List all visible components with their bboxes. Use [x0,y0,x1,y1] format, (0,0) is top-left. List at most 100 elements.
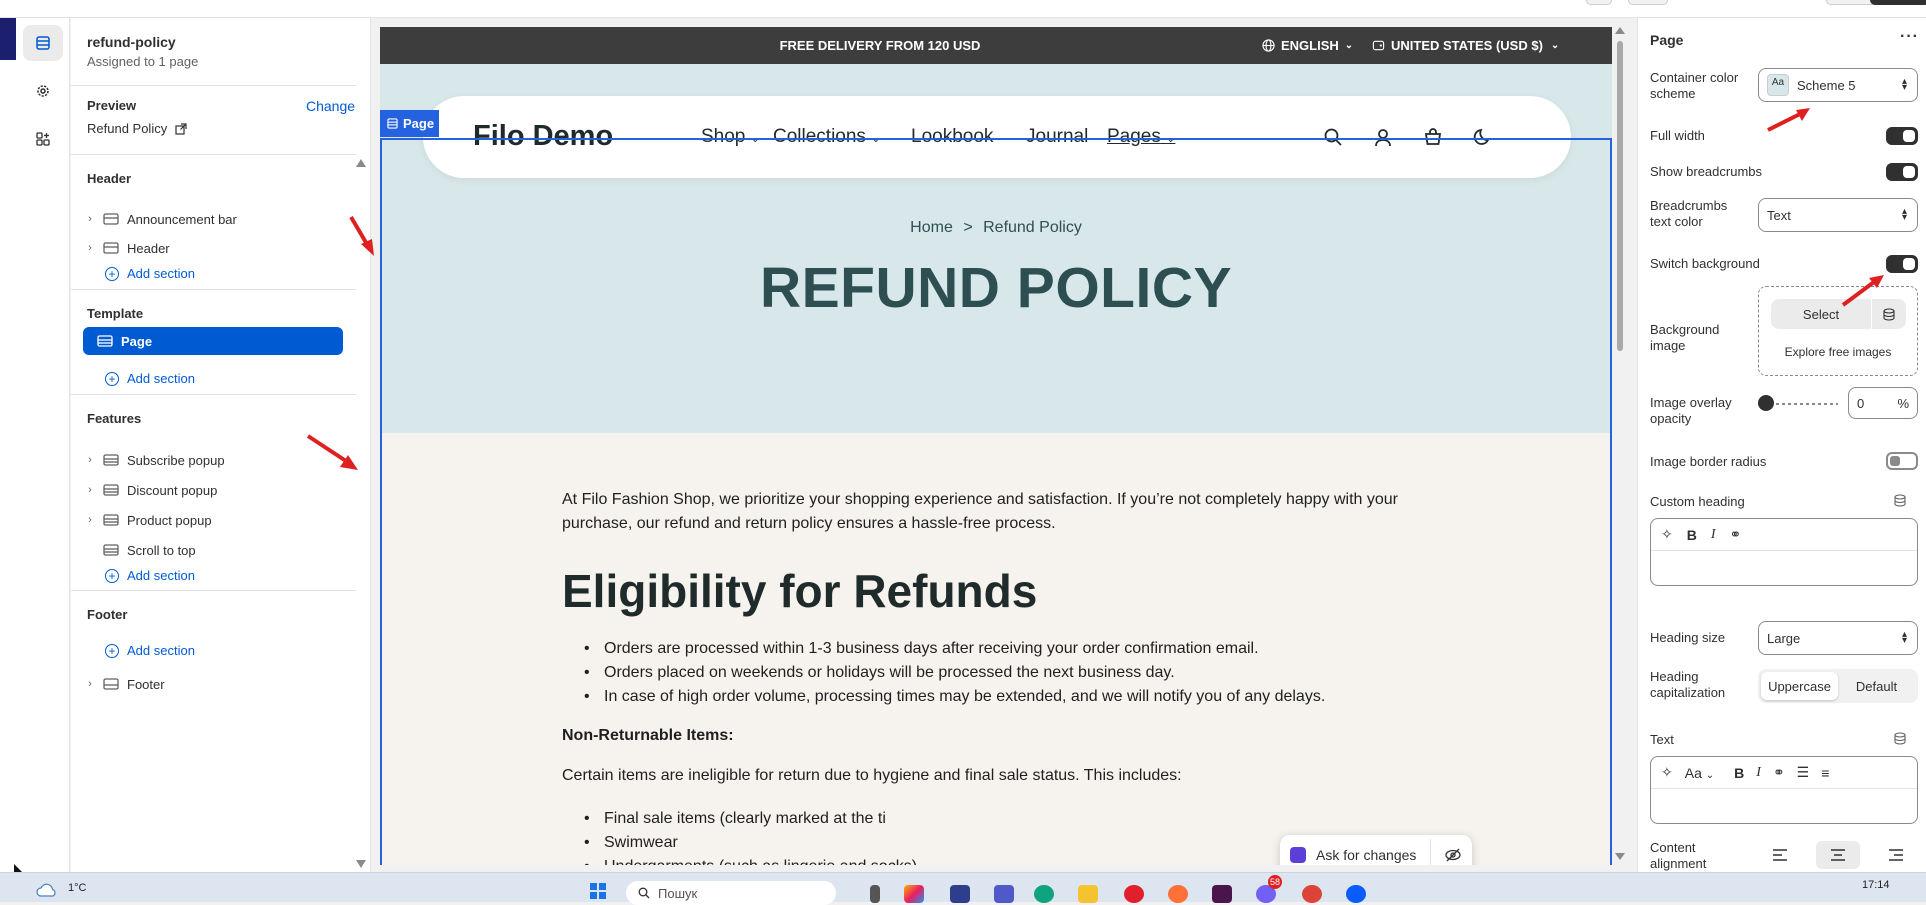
clock-time[interactable]: 17:14 [1862,879,1890,891]
ai-sparkle-icon[interactable]: ✧ [1661,764,1673,781]
copilot-icon[interactable] [904,885,924,903]
full-width-toggle[interactable] [1886,127,1918,145]
nav-journal[interactable]: Journal [1026,126,1088,148]
tree-item-page[interactable]: Page [83,327,343,355]
border-radius-toggle[interactable] [1886,452,1918,470]
selected-section-tag[interactable]: Page [380,110,439,137]
chevron-right-icon[interactable]: › [83,514,97,526]
add-section-features[interactable]: + Add section [105,568,195,583]
chevron-right-icon[interactable]: › [83,242,97,254]
align-left-icon[interactable] [1772,849,1788,861]
section-icon [103,242,119,254]
weather-temp[interactable]: 1°C [68,882,86,894]
search-icon[interactable] [1323,127,1343,147]
zoom-icon[interactable] [1346,885,1366,903]
theme-toggle-icon[interactable] [1473,127,1493,147]
tree-item-discount-popup[interactable]: › Discount popup [83,477,355,503]
topbar-button-1[interactable] [1586,0,1612,5]
add-section-label: Add section [127,568,195,583]
topbar-button-2[interactable] [1628,0,1668,5]
add-section-template[interactable]: + Add section [105,371,195,386]
store-logo[interactable]: Filo Demo [473,120,613,153]
cap-default-option[interactable]: Default [1838,672,1915,700]
hide-icon[interactable] [1445,848,1461,862]
scroll-up-arrow[interactable] [356,159,366,167]
chevron-right-icon[interactable]: › [83,678,97,690]
chrome-icon[interactable] [1302,885,1322,903]
more-actions-icon[interactable]: ··· [1900,28,1919,46]
breadcrumb-separator: > [963,219,973,236]
preview-page-link[interactable]: Refund Policy [87,121,187,136]
tree-item-label: Scroll to top [127,542,196,558]
align-center-button[interactable] [1816,841,1860,869]
font-size-dropdown[interactable]: Aa ⌄ [1685,765,1714,781]
numbered-list-icon[interactable]: ≡ [1821,765,1829,781]
dynamic-source-icon[interactable] [1894,494,1906,507]
explore-free-images-link[interactable]: Explore free images [1759,345,1917,359]
breadcrumb-home[interactable]: Home [910,219,953,236]
start-button[interactable] [590,883,606,899]
taskview-icon[interactable] [870,885,880,903]
tree-item-announcement-bar[interactable]: › Announcement bar [83,206,355,232]
link-icon[interactable]: ⚭ [1773,764,1785,781]
chevron-right-icon[interactable]: › [83,454,97,466]
nav-collections[interactable]: Collections ⌄ [773,126,880,148]
teamviewer-icon[interactable] [950,885,970,903]
italic-icon[interactable]: I [1711,527,1716,543]
cart-icon[interactable] [1423,127,1443,147]
nav-shop[interactable]: Shop ⌄ [701,126,760,148]
tree-item-scroll-to-top[interactable]: Scroll to top [83,537,355,563]
sections-nav-button[interactable] [23,25,63,61]
container-color-scheme-select[interactable]: Aa Scheme 5 ▴ ▾ [1758,68,1918,102]
nav-lookbook[interactable]: Lookbook [911,126,993,148]
save-button[interactable] [1870,0,1926,5]
chevron-right-icon[interactable]: › [83,484,97,496]
file-explorer-icon[interactable] [1078,885,1098,903]
header-nav: Filo Demo Shop ⌄ Collections ⌄ Lookbook … [423,96,1571,178]
italic-icon[interactable]: I [1756,765,1761,781]
slack-icon[interactable] [1212,885,1232,903]
scroll-down-arrow[interactable] [356,860,366,868]
scheme-value: Scheme 5 [1797,77,1856,93]
account-icon[interactable] [1373,127,1393,147]
tree-item-product-popup[interactable]: › Product popup [83,507,355,533]
switch-background-toggle[interactable] [1886,255,1918,273]
section-icon [103,454,119,466]
theme-settings-button[interactable] [23,73,63,109]
bullet-list-icon[interactable]: ☰ [1797,764,1810,781]
nav-pages[interactable]: Pages ⌄ [1107,126,1175,148]
change-preview-link[interactable]: Change [306,98,355,114]
firefox-icon[interactable] [1168,885,1188,903]
teams-icon[interactable] [994,885,1014,903]
custom-heading-editor[interactable]: ✧ B I ⚭ [1650,518,1918,586]
dynamic-source-icon[interactable] [1894,732,1906,745]
ai-sparkle-icon[interactable]: ✧ [1661,526,1673,543]
language-selector[interactable]: ENGLISH ⌄ [1262,38,1353,53]
align-right-icon[interactable] [1888,849,1904,861]
preview-scrollbar[interactable] [1615,27,1625,865]
scroll-down-arrow[interactable] [1615,853,1625,860]
cap-uppercase-option[interactable]: Uppercase [1761,672,1838,700]
edge-icon[interactable] [1034,885,1054,903]
show-breadcrumbs-toggle[interactable] [1886,163,1918,181]
bold-icon[interactable]: B [1734,765,1744,781]
bold-icon[interactable]: B [1687,527,1697,543]
text-editor[interactable]: ✧ Aa ⌄ B I ⚭ ☰ ≡ [1650,756,1918,824]
link-icon[interactable]: ⚭ [1730,526,1742,543]
opera-icon[interactable] [1124,885,1144,903]
add-section-footer[interactable]: + Add section [105,643,195,658]
scrollbar-thumb[interactable] [1617,41,1623,351]
currency-selector[interactable]: UNITED STATES (USD $) ⌄ [1372,38,1559,53]
overlay-opacity-input[interactable]: 0 % [1848,387,1918,419]
tree-item-footer[interactable]: › Footer [83,671,355,697]
ask-for-changes-button[interactable]: Ask for changes [1280,835,1472,865]
scroll-up-arrow[interactable] [1615,27,1625,34]
tree-item-header[interactable]: › Header [83,235,355,261]
add-section-header[interactable]: + Add section [105,266,195,281]
taskbar-search[interactable]: Пошук [626,881,836,905]
heading-size-select[interactable]: Large ▴ ▾ [1758,621,1918,655]
breadcrumbs-color-select[interactable]: Text ▴ ▾ [1758,198,1918,232]
app-embeds-button[interactable] [23,121,63,157]
overlay-slider-thumb[interactable] [1758,395,1774,411]
chevron-right-icon[interactable]: › [83,213,97,225]
